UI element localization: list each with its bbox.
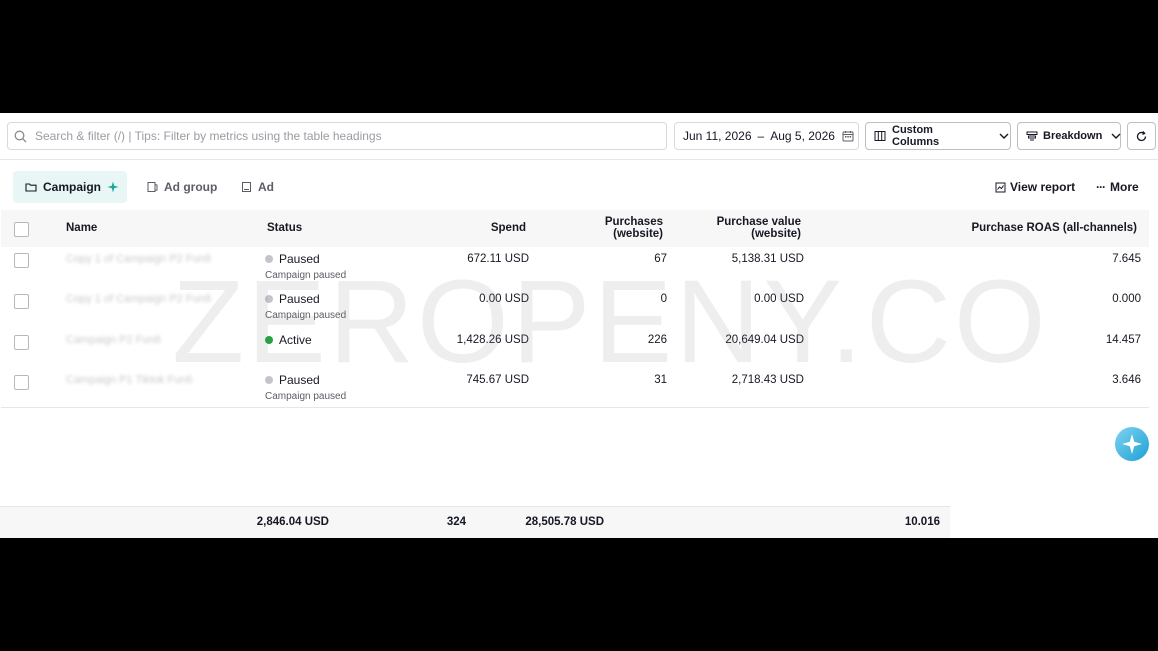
tab-campaign[interactable]: Campaign bbox=[13, 171, 127, 203]
report-icon bbox=[995, 182, 1006, 192]
row-checkbox[interactable] bbox=[14, 253, 29, 268]
row-checkbox[interactable] bbox=[14, 375, 29, 390]
search-box[interactable] bbox=[7, 122, 667, 150]
purchase-value-cell: 2,718.43 USD bbox=[731, 374, 804, 386]
view-report-label: View report bbox=[1010, 180, 1076, 194]
custom-columns-button[interactable]: Custom Columns bbox=[865, 122, 1011, 150]
date-start: Jun 11, 2026 bbox=[683, 129, 752, 143]
roas-cell: 0.000 bbox=[1112, 293, 1141, 305]
column-header-name[interactable]: Name bbox=[66, 222, 97, 234]
status-label: Paused bbox=[279, 252, 320, 266]
ad-group-icon bbox=[147, 182, 158, 192]
status-subtext: Campaign paused bbox=[265, 310, 347, 321]
column-header-line: (website) bbox=[751, 228, 801, 240]
table-row[interactable]: Campaign P1 Tiktok Fun6 Paused Campaign … bbox=[1, 367, 1149, 408]
custom-columns-label: Custom Columns bbox=[892, 124, 940, 148]
table-row[interactable]: Copy 1 of Campaign P2 Fun8 Paused Campai… bbox=[1, 247, 1149, 288]
column-header-purchase-value[interactable]: Purchase value (website) bbox=[681, 216, 801, 240]
tab-label: Campaign bbox=[43, 180, 102, 194]
columns-icon bbox=[874, 131, 886, 141]
purchases-cell: 67 bbox=[654, 253, 667, 265]
date-range-picker[interactable]: Jun 11, 2026 – Aug 5, 2026 bbox=[674, 122, 859, 150]
chevron-down-icon bbox=[1111, 133, 1121, 139]
total-purchases: 324 bbox=[446, 516, 466, 528]
campaign-name[interactable]: Copy 1 of Campaign P2 Fun8 bbox=[66, 293, 211, 305]
status-label: Active bbox=[279, 333, 312, 347]
column-header-roas[interactable]: Purchase ROAS (all-channels) bbox=[901, 222, 1137, 234]
ads-manager-screen: Jun 11, 2026 – Aug 5, 2026 Custom Column… bbox=[0, 113, 1158, 538]
folder-icon bbox=[25, 183, 37, 192]
purchase-value-cell: 5,138.31 USD bbox=[731, 253, 804, 265]
spend-cell: 745.67 USD bbox=[466, 374, 529, 386]
table-header: Name Status Spend Purchases (website) Pu… bbox=[1, 210, 1149, 248]
tab-ad-group[interactable]: Ad group bbox=[147, 171, 217, 203]
row-checkbox[interactable] bbox=[14, 294, 29, 309]
breakdown-button[interactable]: Breakdown bbox=[1017, 122, 1121, 150]
campaign-name[interactable]: Campaign P2 Fun8 bbox=[66, 334, 161, 346]
tab-ad[interactable]: Ad bbox=[241, 171, 274, 203]
purchases-cell: 31 bbox=[654, 374, 667, 386]
chevron-down-icon bbox=[999, 133, 1009, 139]
column-header-line: Purchases bbox=[604, 216, 663, 228]
more-label: More bbox=[1110, 180, 1139, 194]
column-header-status[interactable]: Status bbox=[267, 222, 302, 234]
refresh-button[interactable] bbox=[1127, 122, 1156, 150]
ad-icon bbox=[242, 182, 251, 192]
status-dot bbox=[265, 255, 273, 263]
date-separator: – bbox=[757, 129, 765, 143]
status-label: Paused bbox=[279, 373, 320, 387]
status-cell: Paused bbox=[265, 373, 320, 387]
assistant-button[interactable] bbox=[1115, 427, 1149, 461]
tab-label: Ad group bbox=[164, 180, 218, 194]
sparkle-icon bbox=[107, 181, 119, 193]
spend-cell: 1,428.26 USD bbox=[456, 334, 529, 346]
breakdown-icon bbox=[1026, 131, 1038, 141]
purchase-value-cell: 0.00 USD bbox=[754, 293, 804, 305]
calendar-icon bbox=[842, 131, 854, 142]
purchases-cell: 226 bbox=[647, 334, 667, 346]
purchase-value-cell: 20,649.04 USD bbox=[725, 334, 804, 346]
status-dot bbox=[265, 376, 273, 384]
status-cell: Paused bbox=[265, 252, 320, 266]
total-roas: 10.016 bbox=[904, 516, 940, 528]
column-header-line: Purchase value bbox=[716, 216, 801, 228]
status-dot bbox=[265, 295, 273, 303]
view-report-link[interactable]: View report bbox=[995, 171, 1075, 203]
more-button[interactable]: ··· More bbox=[1096, 171, 1139, 203]
tab-label: Ad bbox=[258, 180, 274, 194]
status-subtext: Campaign paused bbox=[265, 391, 347, 402]
spend-cell: 0.00 USD bbox=[479, 293, 529, 305]
total-spend: 2,846.04 USD bbox=[256, 516, 329, 528]
campaign-name[interactable]: Campaign P1 Tiktok Fun6 bbox=[66, 374, 193, 386]
row-checkbox[interactable] bbox=[14, 335, 29, 350]
toolbar: Jun 11, 2026 – Aug 5, 2026 Custom Column… bbox=[0, 113, 1158, 160]
column-header-spend[interactable]: Spend bbox=[426, 222, 526, 234]
campaign-name[interactable]: Copy 1 of Campaign P2 Fun8 bbox=[66, 253, 211, 265]
refresh-icon bbox=[1136, 130, 1147, 141]
status-cell: Active bbox=[265, 333, 312, 347]
search-input[interactable] bbox=[33, 128, 657, 144]
spend-cell: 672.11 USD bbox=[467, 253, 529, 265]
status-label: Paused bbox=[279, 292, 320, 306]
date-end: Aug 5, 2026 bbox=[770, 129, 835, 143]
purchases-cell: 0 bbox=[660, 293, 667, 305]
total-purchase-value: 28,505.78 USD bbox=[525, 516, 604, 528]
roas-cell: 7.645 bbox=[1112, 253, 1141, 265]
more-icon: ··· bbox=[1096, 180, 1106, 194]
roas-cell: 3.646 bbox=[1112, 374, 1141, 386]
search-icon bbox=[14, 130, 27, 142]
table-row[interactable]: Copy 1 of Campaign P2 Fun8 Paused Campai… bbox=[1, 287, 1149, 328]
select-all-checkbox[interactable] bbox=[14, 222, 29, 237]
column-header-line: (website) bbox=[613, 228, 663, 240]
table-row[interactable]: Campaign P2 Fun8 Active 1,428.26 USD 226… bbox=[1, 327, 1149, 368]
level-tabs: Campaign Ad group Ad View report ··· Mor… bbox=[0, 171, 1158, 203]
roas-cell: 14.457 bbox=[1105, 334, 1141, 346]
status-subtext: Campaign paused bbox=[265, 270, 347, 281]
status-cell: Paused bbox=[265, 292, 320, 306]
totals-row: 2,846.04 USD 324 28,505.78 USD 10.016 bbox=[0, 506, 950, 538]
breakdown-label: Breakdown bbox=[1043, 130, 1103, 142]
assistant-icon bbox=[1122, 434, 1142, 454]
column-header-purchases[interactable]: Purchases (website) bbox=[563, 216, 663, 240]
status-dot bbox=[265, 336, 273, 344]
